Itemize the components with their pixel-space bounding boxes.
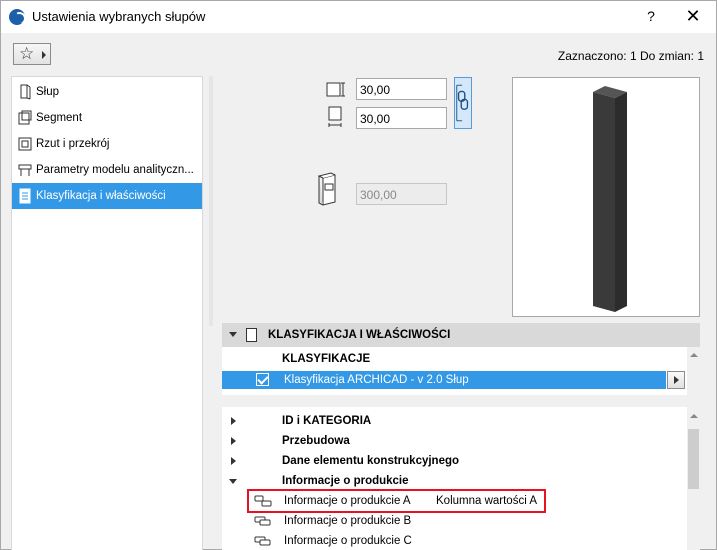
property-group-row[interactable]: Dane elementu konstrukcyjnego (222, 451, 686, 471)
width-field[interactable]: 30,00 (356, 78, 447, 100)
document-icon (246, 328, 257, 342)
sidebar-item-classification[interactable]: Klasyfikacja i właściwości (12, 183, 202, 209)
link-dimensions-button[interactable] (454, 77, 472, 129)
favorites-button[interactable]: ☆ (13, 43, 51, 65)
depth-icon (328, 106, 342, 127)
analytical-model-icon (18, 164, 32, 176)
classification-list: KLASYFIKACJE Klasyfikacja ARCHICAD - v 2… (222, 347, 700, 395)
sidebar-item-label: Rzut i przekrój (36, 138, 110, 150)
properties-scrollbar[interactable] (687, 407, 700, 550)
property-link-icon (254, 536, 271, 546)
property-group-row[interactable]: Informacje o produkcie (222, 471, 686, 491)
height-icon (317, 172, 336, 206)
classification-heading: KLASYFIKACJE (282, 353, 371, 365)
scroll-up-icon[interactable] (690, 353, 698, 357)
column-icon (20, 84, 31, 100)
archicad-logo-icon (9, 9, 25, 25)
splitter[interactable] (209, 76, 213, 326)
property-link-icon (254, 516, 271, 526)
help-button[interactable]: ? (641, 6, 661, 26)
expand-arrow-icon[interactable] (231, 457, 236, 465)
property-group-label: Informacje o produkcie (282, 475, 409, 487)
column-preview (512, 77, 700, 317)
property-item-label: Informacje o produkcie B (284, 515, 412, 527)
collapse-arrow-icon[interactable] (229, 479, 237, 484)
selection-status: Zaznaczono: 1 Do zmian: 1 (557, 49, 704, 63)
column-3d-preview (593, 86, 627, 312)
window-title: Ustawienia wybranych słupów (32, 9, 206, 24)
height-field[interactable]: 300,00 (356, 183, 447, 205)
floorplan-section-icon (18, 137, 32, 151)
segment-icon (18, 110, 32, 125)
property-item-row[interactable]: Informacje o produkcie B (222, 511, 686, 531)
property-group-label: ID i KATEGORIA (282, 415, 372, 427)
sidebar-item-column[interactable]: Słup (12, 79, 202, 105)
expand-arrow-icon[interactable] (231, 417, 236, 425)
sidebar-item-label: Segment (36, 112, 83, 124)
depth-field[interactable]: 30,00 (356, 107, 447, 129)
property-group-row[interactable]: ID i KATEGORIA (222, 411, 686, 431)
classification-row[interactable]: Klasyfikacja ARCHICAD - v 2.0 Słup (222, 371, 666, 389)
expand-arrow-icon[interactable] (231, 437, 236, 445)
highlight-box (247, 489, 546, 513)
classification-checkbox[interactable] (256, 373, 269, 386)
property-group-label: Dane elementu konstrukcyjnego (282, 455, 460, 467)
chain-link-icon (456, 84, 469, 122)
sidebar-item-label: Słup (36, 86, 60, 98)
property-group-row[interactable]: Przebudowa (222, 431, 686, 451)
collapse-arrow-icon (229, 332, 237, 337)
classification-icon (19, 188, 31, 204)
property-group-label: Przebudowa (282, 435, 350, 447)
classification-picker-button[interactable] (667, 371, 685, 389)
title-bar: Ustawienia wybranych słupów ? ✕ (1, 1, 716, 33)
scroll-up-icon[interactable] (690, 414, 698, 418)
close-button[interactable]: ✕ (681, 5, 705, 27)
property-item-label: Informacje o produkcie C (284, 535, 412, 547)
star-icon: ☆ (19, 44, 35, 63)
classification-panel-header[interactable]: KLASYFIKACJA I WŁAŚCIWOŚCI (222, 323, 700, 347)
sidebar-item-analytical-model[interactable]: Parametry modelu analityczn... (12, 157, 202, 183)
sidebar-item-floorplan-section[interactable]: Rzut i przekrój (12, 131, 202, 157)
property-item-row[interactable]: Informacje o produkcie C (222, 531, 686, 550)
classification-label: Klasyfikacja ARCHICAD - v 2.0 Słup (284, 374, 469, 386)
classification-scrollbar[interactable] (687, 347, 700, 395)
sidebar-item-label: Parametry modelu analityczn... (36, 164, 194, 176)
sidebar-item-segment[interactable]: Segment (12, 105, 202, 131)
scrollbar-thumb[interactable] (688, 429, 699, 489)
properties-list: ID i KATEGORIA Przebudowa Dane elementu … (222, 407, 700, 550)
width-icon (326, 82, 345, 97)
sidebar-item-label: Klasyfikacja i właściwości (36, 190, 166, 202)
panel-title: KLASYFIKACJA I WŁAŚCIWOŚCI (268, 329, 451, 341)
settings-dialog: Ustawienia wybranych słupów ? ✕ ☆ Zaznac… (0, 0, 717, 550)
panel-nav: Słup Segment Rzut i przekrój Parametry m… (11, 76, 203, 550)
arrow-right-icon (42, 51, 46, 59)
